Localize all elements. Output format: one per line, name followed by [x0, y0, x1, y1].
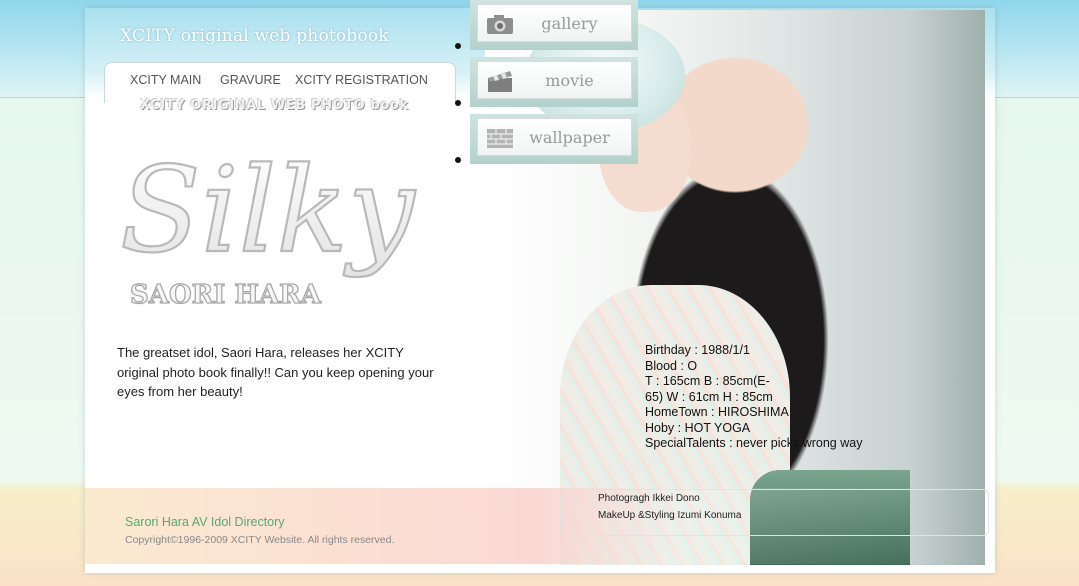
logo-name-text: SAORI HARA	[130, 280, 322, 310]
site-title: XCITY original web photobook	[120, 26, 389, 46]
tab-xcity-registration[interactable]: XCITY REGISTRATION	[295, 73, 428, 87]
profile-blood: Blood : O	[645, 358, 698, 373]
main-nav-tabs: XCITY MAIN GRAVURE XCITY REGISTRATION	[104, 62, 456, 103]
logo-title-text: Silky	[120, 141, 416, 279]
profile-measurements-2: 65) W : 61cm H : 85cm	[645, 389, 773, 404]
movie-label: movie	[545, 71, 594, 90]
wallpaper-label: wallpaper	[529, 128, 610, 147]
photobook-subtitle: XCITY ORIGINAL WEB PHOTO book	[140, 98, 409, 113]
movie-button-face: movie	[477, 61, 632, 99]
intro-text: The greatset idol, Saori Hara, releases …	[117, 345, 434, 399]
gallery-button-face: gallery	[477, 4, 632, 42]
credit-photograph: Photogragh Ikkei Dono	[598, 493, 700, 504]
nav-bullet	[455, 100, 461, 106]
gallery-label: gallery	[541, 14, 598, 33]
movie-button[interactable]: movie	[470, 57, 638, 107]
copyright-text: Copyright©1996-2009 XCITY Website. All r…	[125, 534, 395, 546]
nav-bullet	[455, 157, 461, 163]
tab-gravure[interactable]: GRAVURE	[220, 73, 281, 87]
model-profile: Birthday : 1988/1/1 Blood : O T : 165cm …	[645, 343, 885, 452]
tab-xcity-main[interactable]: XCITY MAIN	[130, 73, 201, 87]
gallery-button[interactable]: gallery	[470, 0, 638, 50]
profile-hometown: HomeTown : HIROSHIMA	[645, 405, 789, 419]
nav-bullet	[455, 43, 461, 49]
wallpaper-button-face: wallpaper	[477, 118, 632, 156]
profile-measurements-1: T : 165cm B : 85cm(E-	[645, 374, 770, 388]
idol-directory-link[interactable]: Sarori Hara AV Idol Directory	[125, 515, 285, 529]
photo-credits: Photogragh Ikkei Dono MakeUp &Styling Iz…	[598, 490, 741, 524]
wallpaper-button[interactable]: wallpaper	[470, 114, 638, 164]
profile-talents: SpecialTalents : never picks wrong way	[645, 436, 863, 450]
profile-hobby: Hoby : HOT YOGA	[645, 420, 751, 435]
silky-logo: Silky SAORI HARA	[120, 140, 417, 311]
profile-birthday: Birthday : 1988/1/1	[645, 343, 750, 357]
credit-makeup: MakeUp &Styling Izumi Konuma	[598, 510, 742, 521]
